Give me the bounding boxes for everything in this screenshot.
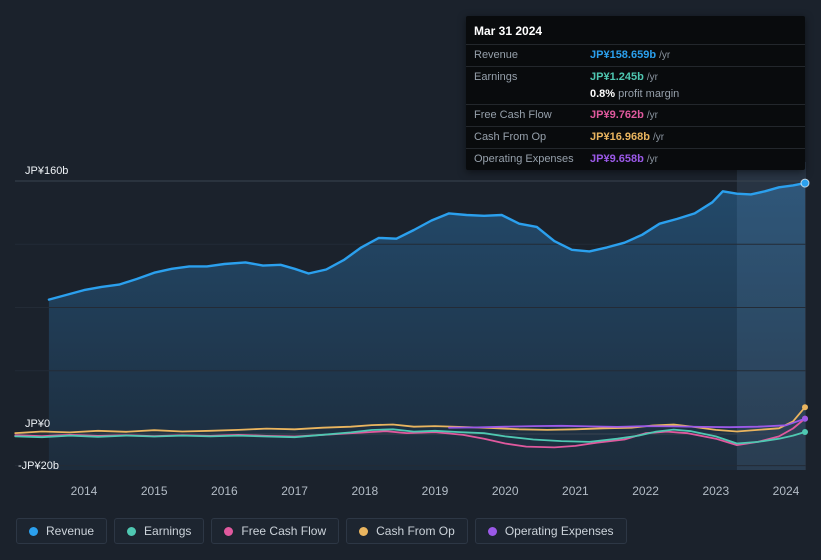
tooltip-label: Revenue (474, 49, 519, 61)
tooltip-value: JP¥16.968b /yr (590, 131, 665, 143)
free-cash-flow-dot-icon (224, 526, 234, 536)
legend-label: Cash From Op (376, 524, 455, 538)
tooltip-value: JP¥9.658b /yr (590, 153, 658, 165)
cash-from-op-dot-icon (359, 526, 369, 536)
profit-margin: 0.8% profit margin (590, 88, 680, 100)
x-axis-label: 2016 (211, 484, 238, 498)
legend-label: Free Cash Flow (241, 524, 327, 538)
y-axis-label: -JP¥20b (18, 459, 59, 472)
x-axis-label: 2019 (421, 484, 449, 498)
tooltip-date: Mar 31 2024 (474, 24, 543, 38)
tooltip-value: JP¥9.762b /yr (590, 109, 658, 121)
x-axis-label: 2015 (140, 484, 168, 498)
tooltip-row-earnings: Earnings JP¥1.245b /yr 0.8% profit margi… (466, 66, 805, 104)
operating-expenses-dot-icon (487, 526, 497, 536)
legend-item-cash-from-op[interactable]: Cash From Op (346, 518, 468, 544)
x-axis-label: 2017 (281, 484, 308, 498)
legend-label: Operating Expenses (504, 524, 614, 538)
legend-label: Earnings (144, 524, 192, 538)
x-axis-label: 2018 (351, 484, 379, 498)
tooltip-value: JP¥158.659b /yr (590, 49, 671, 61)
y-axis-label: JP¥160b (25, 165, 69, 177)
y-axis-label: JP¥0 (25, 418, 51, 430)
legend-label: Revenue (46, 524, 95, 538)
legend: Revenue Earnings Free Cash Flow Cash Fro… (16, 518, 627, 544)
tooltip-label: Operating Expenses (474, 153, 574, 165)
data-tooltip: Mar 31 2024 Revenue JP¥158.659b /yr Earn… (466, 16, 805, 170)
legend-item-operating-expenses[interactable]: Operating Expenses (474, 518, 627, 544)
x-axis-label: 2024 (772, 484, 800, 498)
tooltip-label: Free Cash Flow (474, 109, 552, 121)
tooltip-row-free-cash-flow: Free Cash Flow JP¥9.762b /yr (466, 104, 805, 126)
revenue-dot-icon (29, 526, 38, 536)
x-axis-label: 2022 (632, 484, 659, 498)
x-axis-label: 2014 (70, 484, 98, 498)
x-axis-label: 2023 (702, 484, 730, 498)
legend-item-free-cash-flow[interactable]: Free Cash Flow (211, 518, 340, 544)
tooltip-row-revenue: Revenue JP¥158.659b /yr (466, 44, 805, 66)
x-axis-label: 2021 (562, 484, 589, 498)
earnings-dot-icon (127, 526, 137, 536)
tooltip-value: JP¥1.245b /yr 0.8% profit margin (590, 71, 680, 100)
tooltip-row-cash-from-op: Cash From Op JP¥16.968b /yr (466, 126, 805, 148)
legend-item-revenue[interactable]: Revenue (16, 518, 108, 544)
tooltip-label: Cash From Op (474, 131, 547, 143)
stock-financials-chart-panel: JP¥160b JP¥0 -JP¥20b 2014 2015 2016 2017 2018 2… (0, 0, 821, 560)
tooltip-label: Earnings (474, 71, 518, 83)
x-axis-label: 2020 (491, 484, 519, 498)
tooltip-row-operating-expenses: Operating Expenses JP¥9.658b /yr (466, 148, 805, 170)
legend-item-earnings[interactable]: Earnings (114, 518, 205, 544)
